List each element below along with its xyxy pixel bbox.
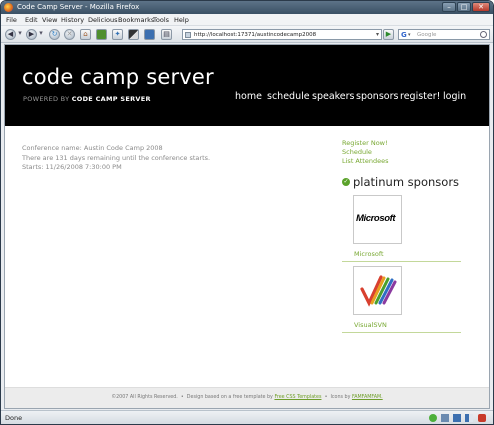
status-pen-icon[interactable] (441, 414, 449, 422)
register-now-link[interactable]: Register Now! (342, 139, 388, 147)
status-grid-icon[interactable] (465, 414, 473, 422)
check-bullet-icon: ✓ (342, 178, 350, 186)
addon-blue-icon[interactable] (144, 29, 155, 40)
menu-edit[interactable]: Edit (25, 15, 38, 25)
address-url[interactable]: http://localhost:17371/austincodecamp200… (194, 30, 316, 40)
powered-name: CODE CAMP SERVER (71, 95, 151, 103)
footer-separator: • (324, 395, 328, 400)
conference-start: Starts: 11/26/2008 7:30:00 PM (22, 163, 122, 171)
google-engine-icon[interactable]: G (401, 30, 407, 40)
stop-icon[interactable]: ✕ (64, 29, 75, 40)
status-text: Done (5, 414, 23, 422)
reload-icon[interactable]: ↻ (49, 29, 60, 40)
conference-name: Conference name: Austin Code Camp 2008 (22, 144, 163, 152)
back-icon[interactable]: ◀ (5, 29, 16, 40)
nav-speakers[interactable]: speakers (312, 91, 355, 103)
free-css-templates-link[interactable]: Free CSS Templates (274, 395, 321, 400)
sponsor-divider (342, 332, 461, 333)
addon-dark-icon[interactable] (128, 29, 139, 40)
search-icon[interactable] (480, 31, 487, 38)
footer-design-text: Design based on a free template by (186, 395, 273, 400)
powered-prefix: POWERED BY (23, 95, 70, 103)
home-icon[interactable]: ⌂ (80, 29, 91, 40)
nav-sponsors[interactable]: sponsors (356, 91, 398, 103)
menu-delicious[interactable]: Delicious (88, 15, 117, 25)
status-addon-icon[interactable] (453, 414, 461, 422)
status-bar: Done (1, 410, 493, 424)
menu-tools[interactable]: Tools (153, 15, 169, 25)
sponsor-name-microsoft[interactable]: Microsoft (354, 250, 384, 258)
menu-view[interactable]: View (42, 15, 57, 25)
status-check-icon[interactable] (429, 414, 437, 422)
address-dropdown-icon[interactable]: ▾ (376, 30, 379, 39)
engine-dropdown-icon[interactable]: ▾ (408, 30, 411, 40)
close-window-button[interactable]: ✕ (472, 2, 490, 12)
visualsvn-logo-icon (360, 275, 397, 307)
menu-file[interactable]: File (6, 15, 17, 25)
visualsvn-logo[interactable] (353, 266, 402, 315)
footer-separator: • (180, 395, 184, 400)
footer-icons-text: Icons by (330, 395, 351, 400)
famfamfam-link[interactable]: FAMFAMFAM. (352, 395, 383, 400)
footer-copyright: ©2007 All Rights Reserved. (111, 395, 178, 400)
footer-text: ©2007 All Rights Reserved. • Design base… (5, 395, 489, 401)
page-favicon-icon (185, 32, 191, 38)
schedule-link[interactable]: Schedule (342, 148, 372, 156)
list-attendees-link[interactable]: List Attendees (342, 157, 389, 165)
navigation-toolbar: ◀ ▾ ▶ ▾ ↻ ✕ ⌂ ✦ ▤ http://localhost:17371… (1, 26, 493, 43)
site-footer: ©2007 All Rights Reserved. • Design base… (5, 387, 489, 408)
nav-schedule[interactable]: schedule (267, 91, 310, 103)
microsoft-logo[interactable]: Microsoft (353, 195, 402, 244)
menu-history[interactable]: History (61, 15, 84, 25)
site-title[interactable]: code camp server (22, 64, 214, 90)
window-title: Code Camp Server - Mozilla Firefox (17, 3, 140, 11)
title-bar: Code Camp Server - Mozilla Firefox – □ ✕ (1, 1, 493, 14)
menu-bar: File Edit View History Delicious Bookmar… (1, 14, 493, 26)
delicious-tag-icon[interactable]: ✦ (112, 29, 123, 40)
forward-icon[interactable]: ▶ (26, 29, 37, 40)
browser-window: Code Camp Server - Mozilla Firefox – □ ✕… (0, 0, 494, 425)
platinum-heading-text: platinum sponsors (353, 175, 460, 189)
print-icon[interactable]: ▤ (161, 29, 172, 40)
minimize-button[interactable]: – (442, 2, 456, 12)
powered-by: POWERED BY CODE CAMP SERVER (23, 95, 151, 103)
site-header: code camp server POWERED BY CODE CAMP SE… (5, 45, 489, 126)
nav-home[interactable]: home (235, 91, 262, 103)
maximize-button[interactable]: □ (457, 2, 471, 12)
search-box[interactable]: G ▾ Google (398, 29, 490, 40)
nav-login[interactable]: login (443, 91, 466, 103)
firefox-logo-icon (4, 3, 13, 12)
go-button[interactable]: ▶ (383, 29, 394, 40)
status-alert-icon[interactable] (478, 414, 486, 422)
forward-history-dropdown-icon[interactable]: ▾ (38, 29, 44, 40)
menu-help[interactable]: Help (174, 15, 189, 25)
addon-green-icon[interactable] (96, 29, 107, 40)
days-remaining: There are 131 days remaining until the c… (22, 153, 211, 162)
page-viewport: code camp server POWERED BY CODE CAMP SE… (4, 44, 490, 409)
conference-info: Conference name: Austin Code Camp 2008 T… (22, 144, 210, 173)
address-bar[interactable]: http://localhost:17371/austincodecamp200… (182, 29, 382, 40)
nav-register[interactable]: register! (400, 91, 440, 103)
sponsor-name-visualsvn[interactable]: VisualSVN (354, 321, 387, 329)
microsoft-logo-text: Microsoft (356, 213, 396, 224)
sponsor-divider (342, 261, 461, 262)
search-input[interactable]: Google (417, 30, 436, 40)
menu-bookmarks[interactable]: Bookmarks (118, 15, 154, 25)
back-history-dropdown-icon[interactable]: ▾ (17, 29, 23, 40)
